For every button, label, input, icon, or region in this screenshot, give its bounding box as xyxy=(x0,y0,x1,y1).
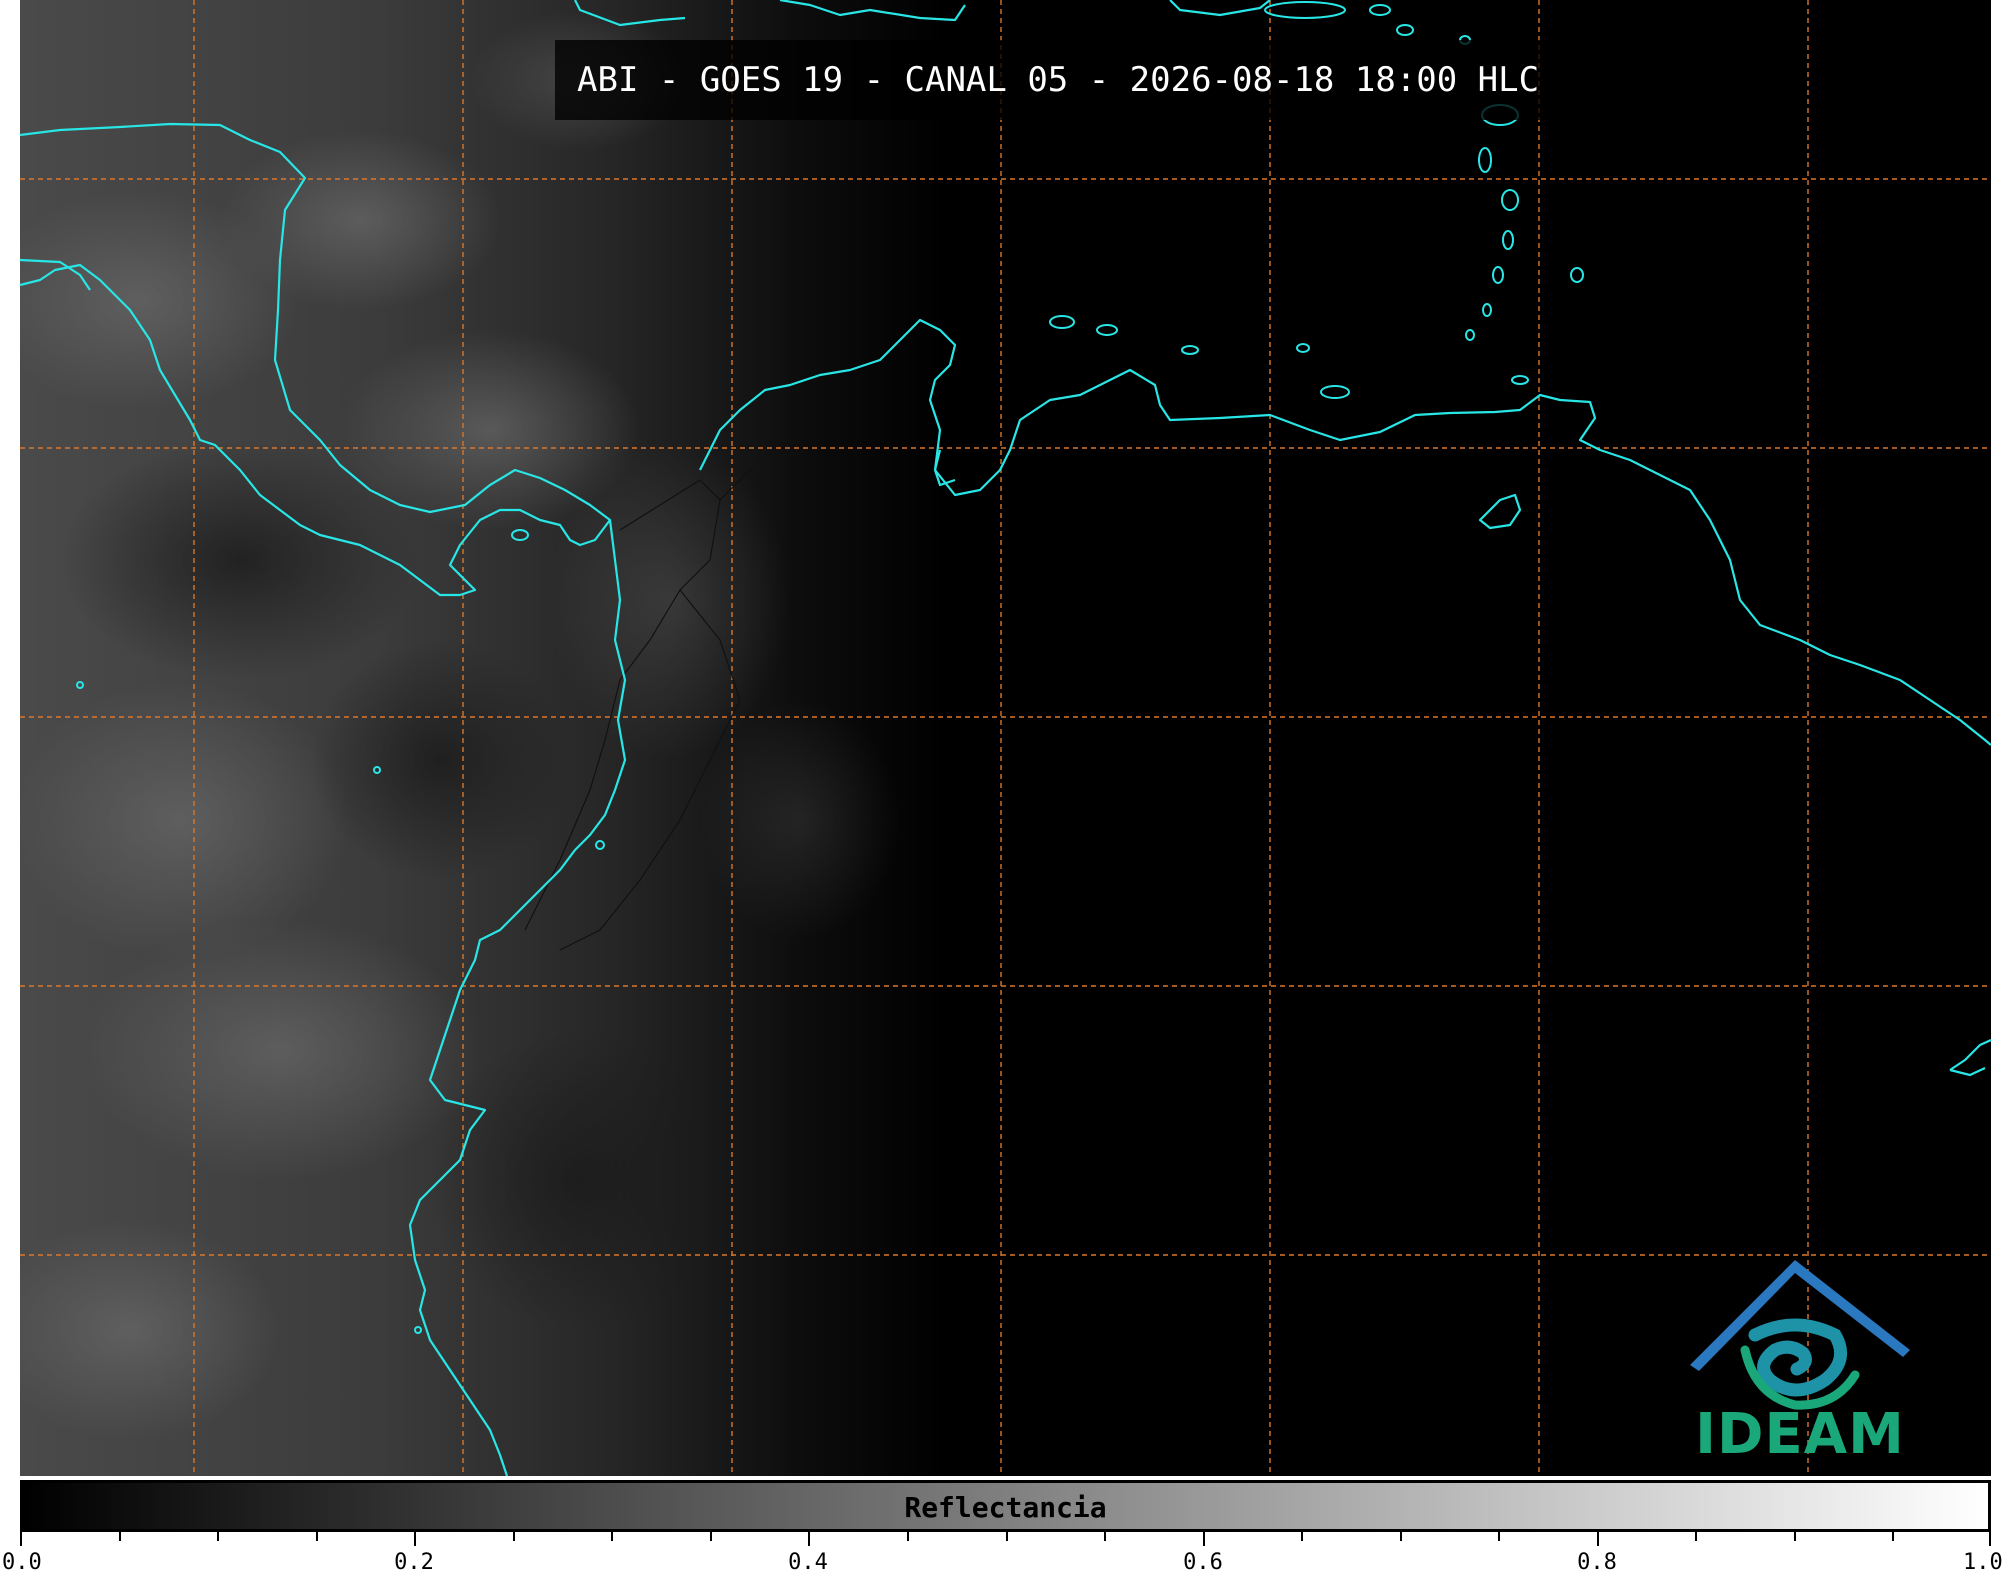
colorbar-tick-label: 1.0 xyxy=(1963,1550,2003,1575)
logo-text: IDEAM xyxy=(1695,1402,1905,1467)
colorbar-tick-label: 0.6 xyxy=(1183,1550,1223,1575)
colorbar-minor-tick xyxy=(1695,1532,1697,1541)
ideam-logo: IDEAM xyxy=(1685,1255,1915,1470)
image-title: ABI - GOES 19 - CANAL 05 - 2026-08-18 18… xyxy=(555,40,1562,120)
colorbar: Reflectancia xyxy=(20,1480,1991,1532)
colorbar-minor-tick xyxy=(611,1532,613,1541)
colorbar-minor-tick xyxy=(1892,1532,1894,1541)
colorbar-major-tick xyxy=(1597,1532,1599,1546)
colorbar-minor-tick xyxy=(316,1532,318,1541)
colorbar-major-tick xyxy=(20,1532,22,1546)
colorbar-major-tick xyxy=(414,1532,416,1546)
colorbar-minor-tick xyxy=(1794,1532,1796,1541)
colorbar-minor-tick xyxy=(1498,1532,1500,1541)
colorbar-minor-tick xyxy=(1006,1532,1008,1541)
colorbar-major-tick xyxy=(1989,1532,1991,1546)
colorbar-minor-tick xyxy=(907,1532,909,1541)
colorbar-minor-tick xyxy=(119,1532,121,1541)
colorbar-minor-tick xyxy=(1104,1532,1106,1541)
satellite-map: ABI - GOES 19 - CANAL 05 - 2026-08-18 18… xyxy=(20,0,1991,1476)
colorbar-tick-label: 0.2 xyxy=(394,1550,434,1575)
colorbar-major-tick xyxy=(1203,1532,1205,1546)
colorbar-minor-tick xyxy=(513,1532,515,1541)
colorbar-ticks: 0.0 0.2 0.4 0.6 0.8 1.0 xyxy=(2,1532,2003,1577)
ideam-emblem-icon xyxy=(1690,1260,1910,1410)
logo-swirl xyxy=(1740,1318,1860,1410)
colorbar-tick-label: 0.0 xyxy=(2,1550,42,1575)
colorbar-label: Reflectancia xyxy=(904,1491,1107,1524)
colorbar-tick-label: 0.4 xyxy=(788,1550,828,1575)
colorbar-minor-tick xyxy=(710,1532,712,1541)
colorbar-tick-label: 0.8 xyxy=(1577,1550,1617,1575)
colorbar-minor-tick xyxy=(217,1532,219,1541)
colorbar-minor-tick xyxy=(1400,1532,1402,1541)
colorbar-major-tick xyxy=(808,1532,810,1546)
colorbar-minor-tick xyxy=(1301,1532,1303,1541)
